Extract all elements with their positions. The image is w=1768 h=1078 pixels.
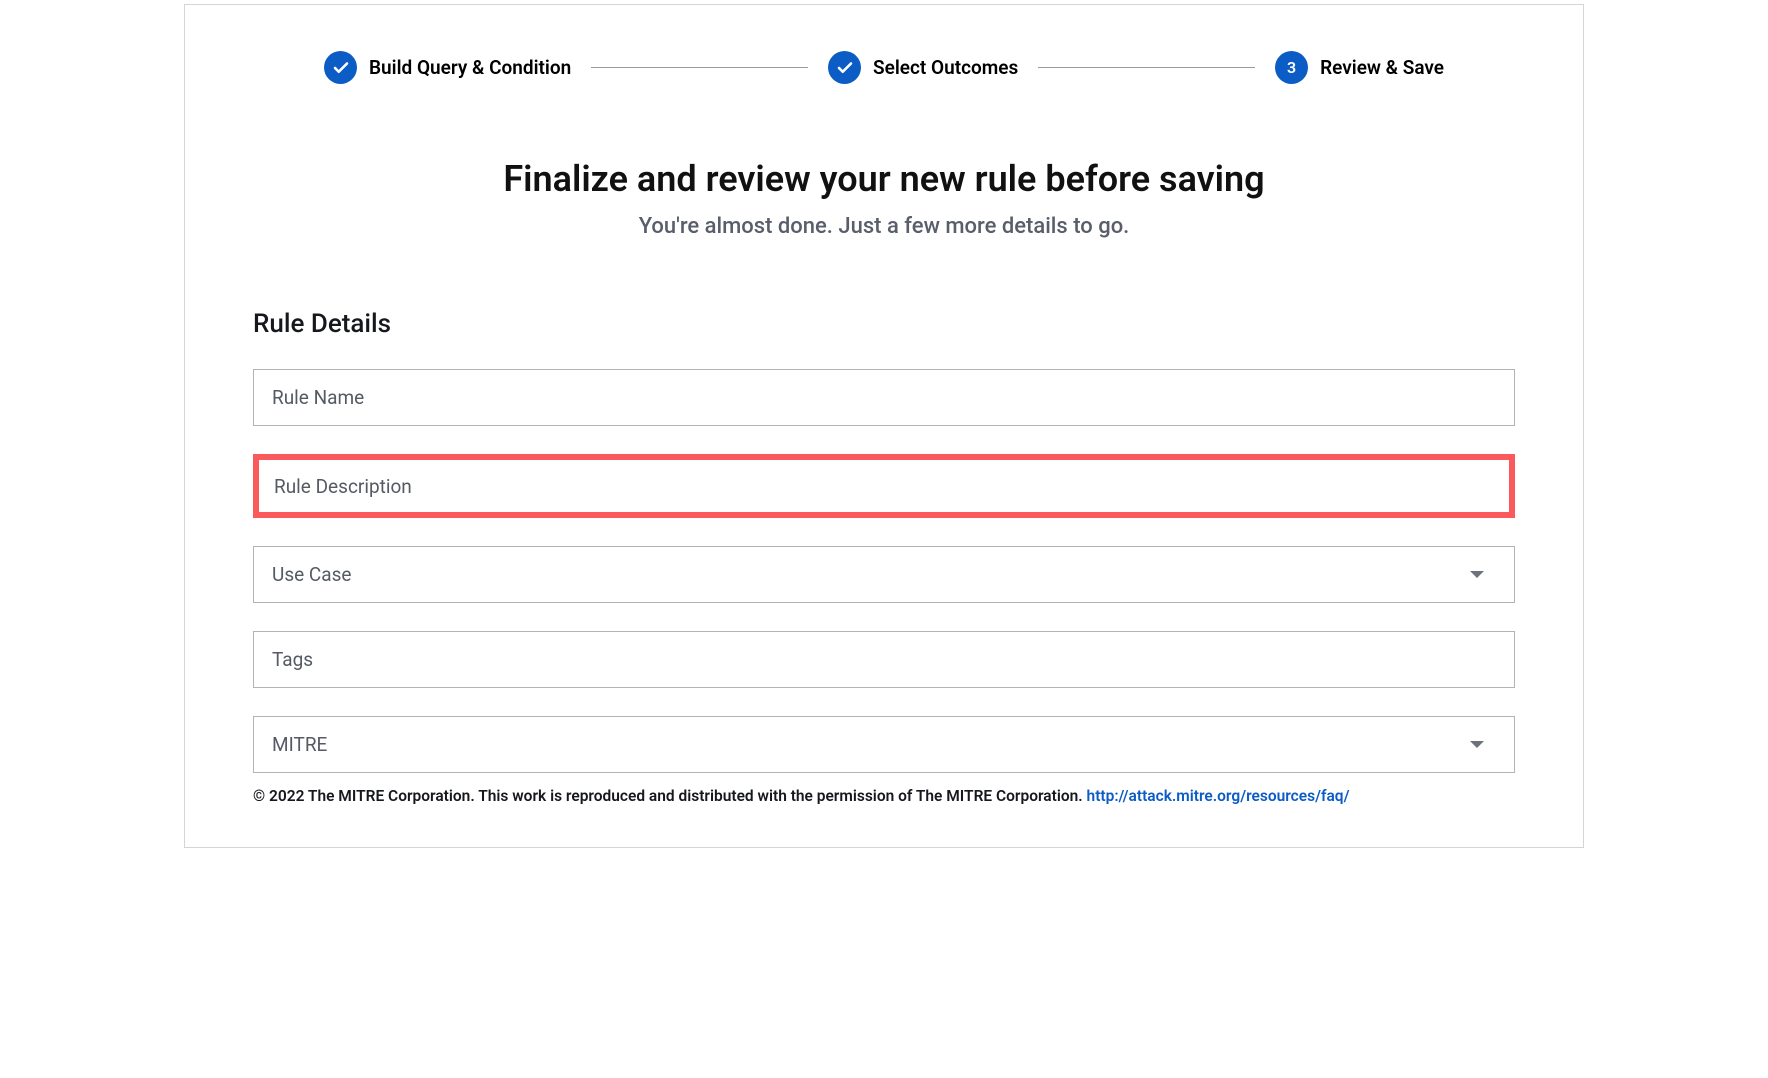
step-select-outcomes[interactable]: Select Outcomes [828, 51, 1018, 84]
page-title: Finalize and review your new rule before… [253, 158, 1515, 200]
check-icon [828, 51, 861, 84]
field-label: Tags [272, 648, 313, 671]
page-subtitle: You're almost done. Just a few more deta… [253, 214, 1515, 239]
rule-name-input[interactable]: Rule Name [253, 369, 1515, 426]
caret-down-icon [1470, 741, 1484, 748]
step-divider [591, 67, 808, 68]
field-label: Use Case [272, 563, 352, 586]
check-icon [324, 51, 357, 84]
field-label: Rule Description [274, 475, 412, 498]
stepper: Build Query & Condition Select Outcomes … [324, 51, 1444, 84]
footer-link[interactable]: http://attack.mitre.org/resources/faq/ [1087, 787, 1350, 805]
footer-text: © 2022 The MITRE Corporation. This work … [253, 787, 1087, 805]
step-review-save[interactable]: 3 Review & Save [1275, 51, 1444, 84]
step-build-query[interactable]: Build Query & Condition [324, 51, 571, 84]
step-label: Build Query & Condition [369, 56, 571, 79]
rule-description-input[interactable]: Rule Description [253, 454, 1515, 518]
footer-attribution: © 2022 The MITRE Corporation. This work … [253, 787, 1515, 805]
field-label: Rule Name [272, 386, 364, 409]
step-label: Select Outcomes [873, 56, 1018, 79]
section-title: Rule Details [253, 309, 1515, 339]
step-divider [1038, 67, 1255, 68]
field-label: MITRE [272, 733, 327, 756]
caret-down-icon [1470, 571, 1484, 578]
heading-block: Finalize and review your new rule before… [253, 158, 1515, 239]
mitre-select[interactable]: MITRE [253, 716, 1515, 773]
tags-input[interactable]: Tags [253, 631, 1515, 688]
step-number-icon: 3 [1275, 51, 1308, 84]
step-label: Review & Save [1320, 56, 1444, 79]
use-case-select[interactable]: Use Case [253, 546, 1515, 603]
wizard-panel: Build Query & Condition Select Outcomes … [184, 4, 1584, 848]
